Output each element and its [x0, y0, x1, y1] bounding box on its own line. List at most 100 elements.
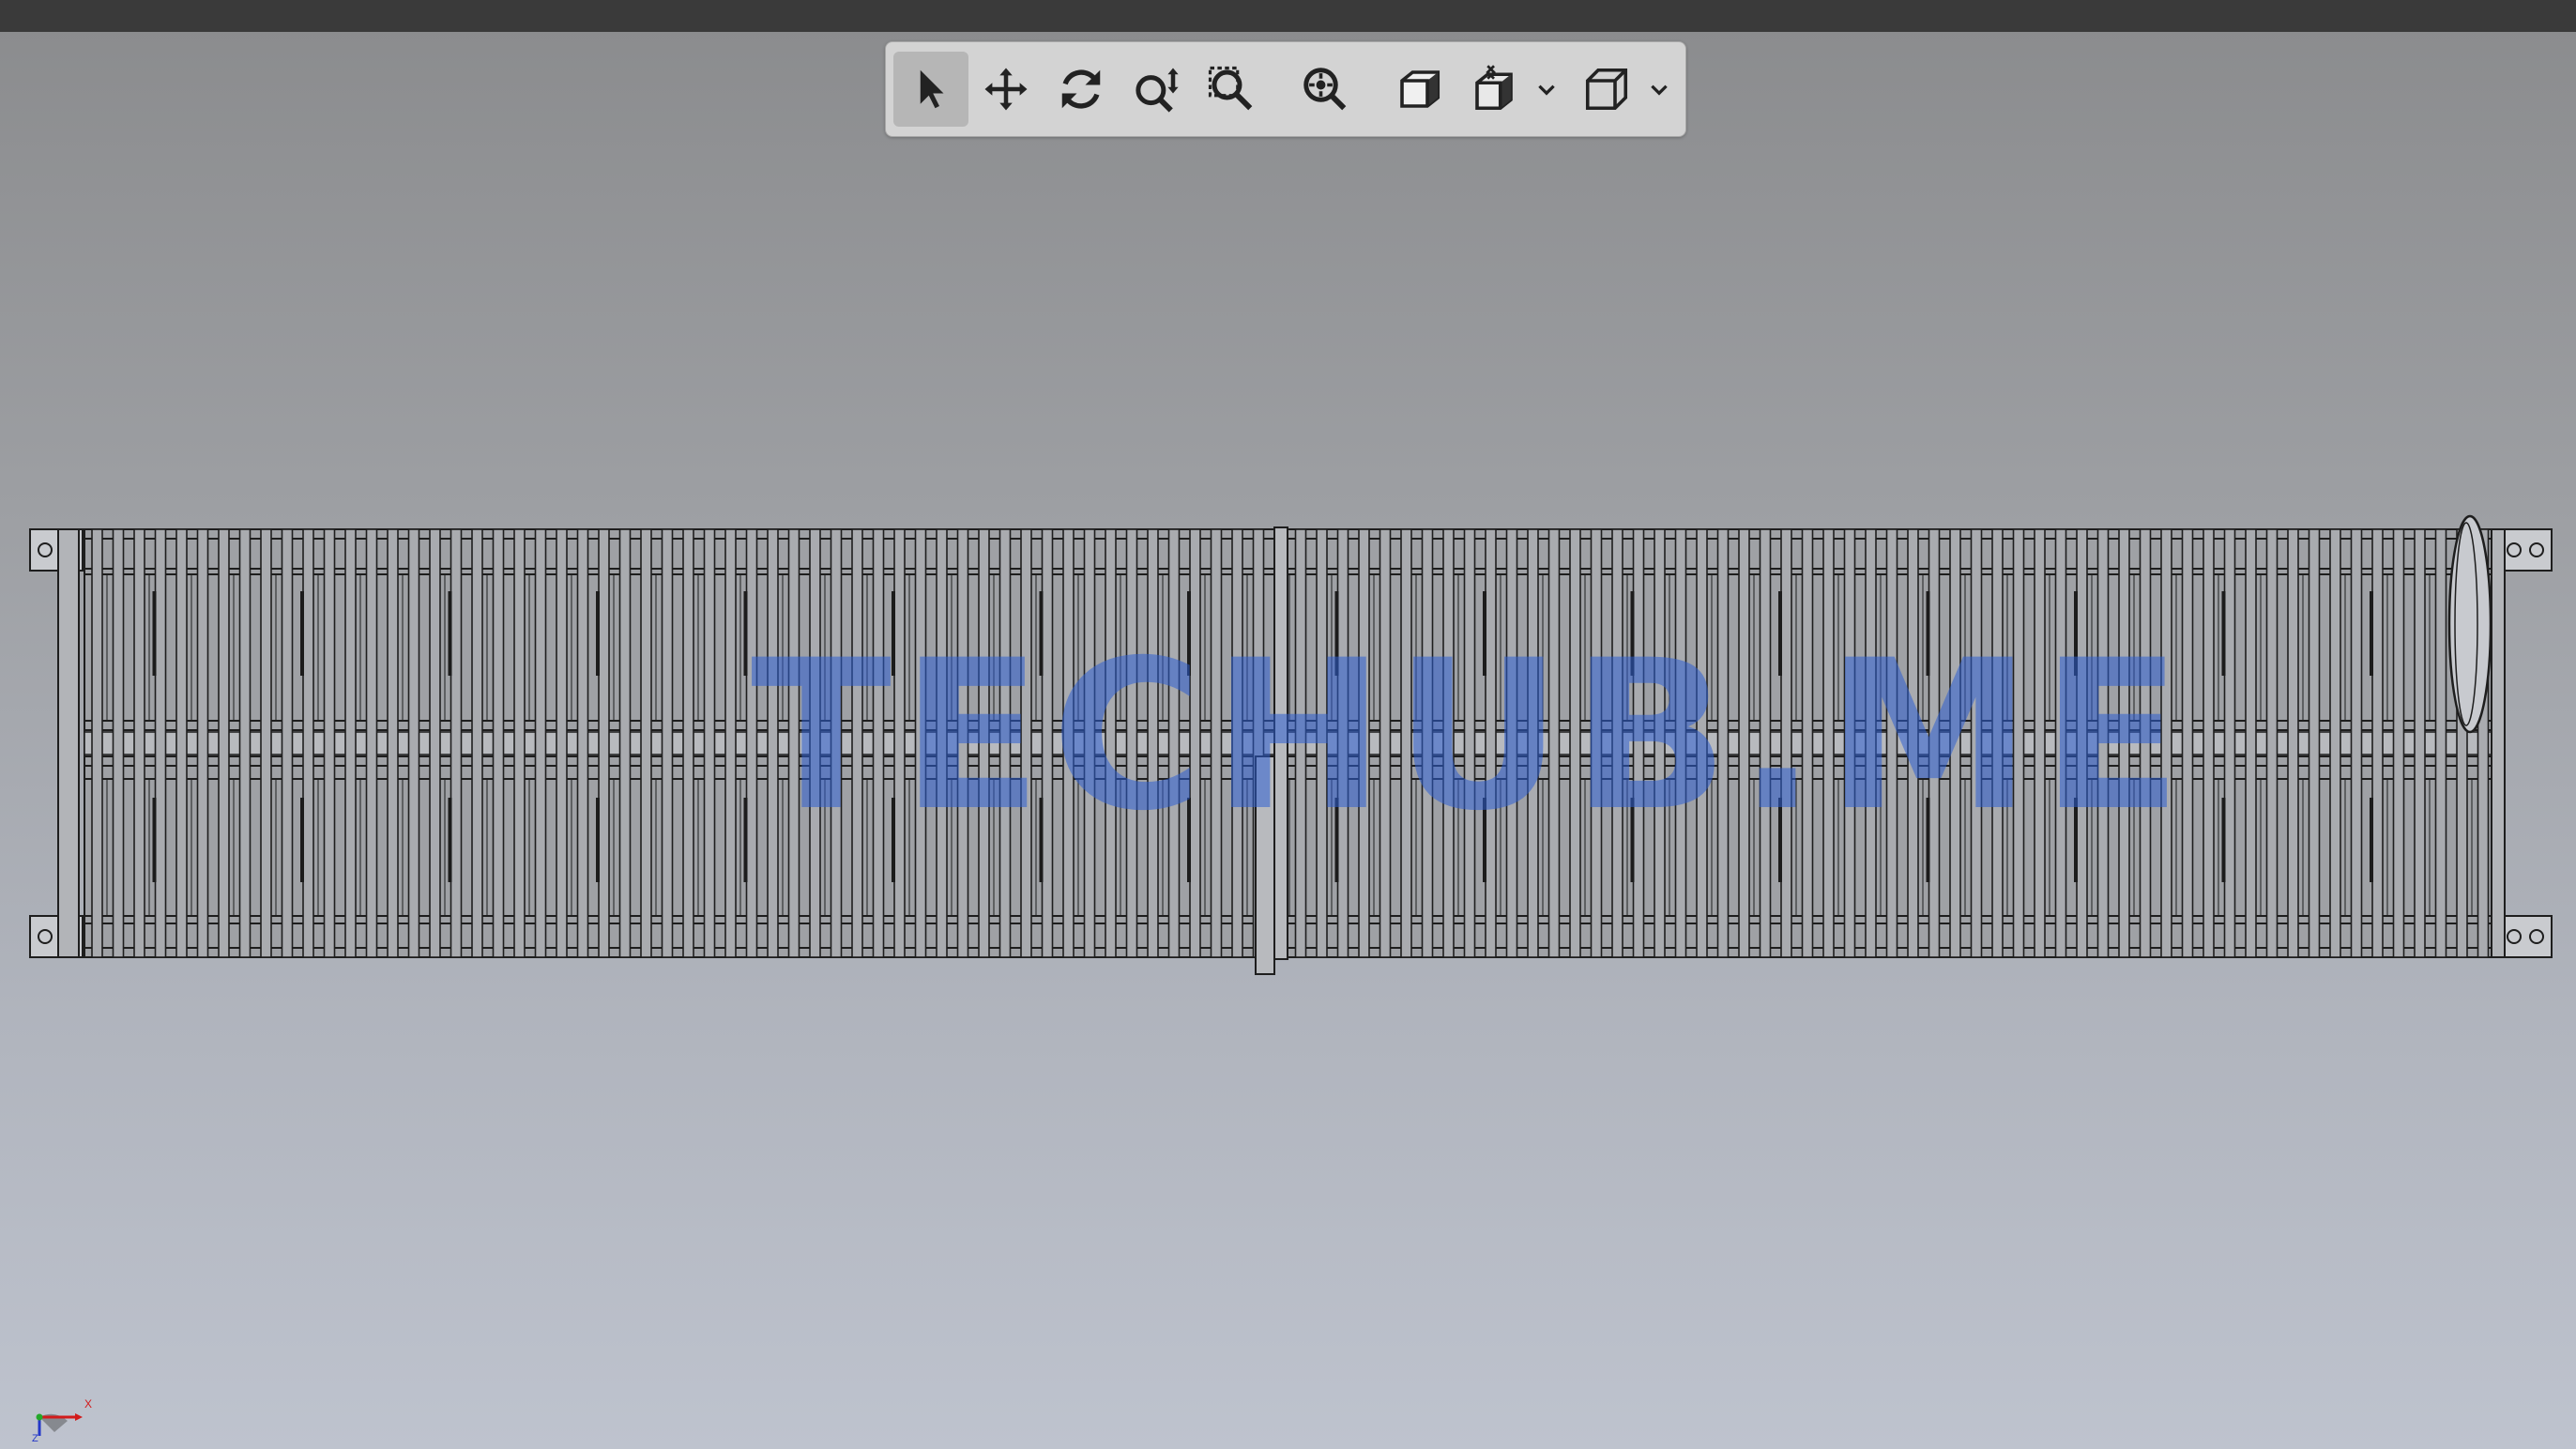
slat-shadow: [1039, 591, 1044, 676]
slat: [1569, 528, 1581, 958]
slat-shadow: [2074, 591, 2078, 676]
slat: [1632, 528, 1645, 958]
slat: [893, 528, 906, 958]
axis-triad: X Z: [32, 1397, 92, 1441]
slat-shadow: [596, 591, 600, 676]
slat: [2034, 528, 2046, 958]
slat: [1611, 528, 1623, 958]
slat: [2223, 528, 2236, 958]
slat: [2371, 528, 2384, 958]
slat: [2308, 528, 2321, 958]
slat: [1527, 528, 1539, 958]
slat: [1590, 528, 1603, 958]
slat-shadow: [1483, 591, 1486, 676]
slat: [1991, 528, 2004, 958]
slat: [2350, 528, 2363, 958]
slat: [2265, 528, 2279, 958]
slat: [1885, 528, 1898, 958]
slat: [2012, 528, 2025, 958]
slat: [1400, 528, 1412, 958]
slat-shadow: [892, 591, 895, 676]
slat: [1379, 528, 1392, 958]
slat: [1654, 528, 1666, 958]
slat: [851, 528, 863, 958]
slat-shadow: [892, 798, 895, 882]
slat: [661, 528, 674, 958]
slat: [344, 528, 357, 958]
3d-viewport[interactable]: TECHUB.ME: [0, 32, 2576, 1449]
slat: [640, 528, 652, 958]
slat: [703, 528, 716, 958]
slat: [1759, 528, 1772, 958]
slat: [238, 528, 252, 958]
slat-shadow: [1778, 798, 1782, 882]
slat-shadow: [743, 591, 748, 676]
slat-shadow: [2221, 798, 2226, 882]
slat: [1083, 528, 1096, 958]
slat: [787, 528, 800, 958]
slat: [471, 528, 483, 958]
slat: [2434, 528, 2447, 958]
slat: [323, 528, 336, 958]
slat: [1294, 528, 1307, 958]
slat: [724, 528, 737, 958]
slat: [1210, 528, 1223, 958]
slat: [1020, 528, 1032, 958]
slat: [387, 528, 399, 958]
slat: [1105, 528, 1117, 958]
slat: [682, 528, 694, 958]
slat: [1231, 528, 1243, 958]
center-post: [1273, 526, 1288, 960]
slat: [1167, 528, 1181, 958]
slat: [830, 528, 843, 958]
slat: [429, 528, 441, 958]
slat: [133, 528, 145, 958]
slat: [91, 528, 103, 958]
slat: [1189, 528, 1201, 958]
slat: [618, 528, 632, 958]
slat: [767, 528, 779, 958]
slat: [1822, 528, 1835, 958]
slat: [1547, 528, 1561, 958]
slat-shadow: [2221, 591, 2226, 676]
slat: [2160, 528, 2172, 958]
slat-shadow: [1630, 798, 1635, 882]
slat: [196, 528, 209, 958]
slat: [1442, 528, 1455, 958]
slat: [534, 528, 547, 958]
slat: [1062, 528, 1075, 958]
slat: [936, 528, 948, 958]
slat: [598, 528, 610, 958]
slat: [745, 528, 758, 958]
right-end-frame: [2491, 528, 2506, 958]
slat: [1674, 528, 1687, 958]
slat: [154, 528, 167, 958]
slat: [2054, 528, 2067, 958]
slat: [1336, 528, 1349, 958]
slat-shadow: [1483, 798, 1486, 882]
slat: [576, 528, 589, 958]
slat-shadow: [1778, 591, 1782, 676]
slat: [260, 528, 272, 958]
slat-shadow: [448, 591, 452, 676]
slat: [1147, 528, 1159, 958]
slat: [2392, 528, 2405, 958]
slat: [1358, 528, 1370, 958]
slat: [1125, 528, 1138, 958]
slat: [2203, 528, 2215, 958]
slat: [556, 528, 568, 958]
slat: [513, 528, 526, 958]
slat: [2139, 528, 2152, 958]
slat-shadow: [1187, 798, 1191, 882]
slat: [1716, 528, 1730, 958]
conveyor-model[interactable]: [0, 32, 2576, 1449]
slat: [998, 528, 1012, 958]
slat: [872, 528, 885, 958]
slat: [2096, 528, 2110, 958]
slat: [407, 528, 420, 958]
slat: [281, 528, 294, 958]
slat: [2076, 528, 2088, 958]
slat: [1316, 528, 1328, 958]
slat: [2287, 528, 2299, 958]
slat-shadow: [300, 798, 304, 882]
